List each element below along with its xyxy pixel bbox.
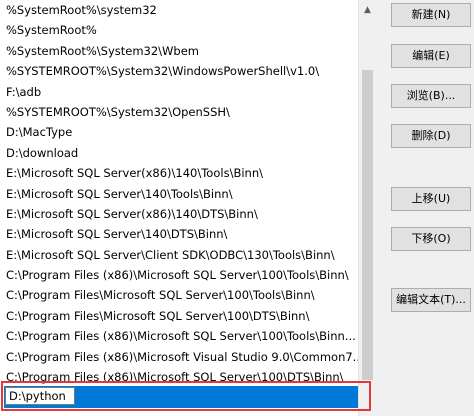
edit-button[interactable]: 编辑(E) — [391, 44, 471, 68]
list-item[interactable]: C:\Program Files (x86)\Microsoft SQL Ser… — [0, 367, 358, 387]
list-item[interactable]: E:\Microsoft SQL Server(x86)\140\Tools\B… — [0, 163, 358, 183]
move-down-button[interactable]: 下移(O) — [391, 227, 471, 251]
edit-environment-variable-window: %SystemRoot%\system32 %SystemRoot% %Syst… — [0, 0, 474, 416]
list-item[interactable]: E:\Microsoft SQL Server\Client SDK\ODBC\… — [0, 245, 358, 265]
delete-button[interactable]: 删除(D) — [391, 124, 471, 148]
list-item[interactable]: E:\Microsoft SQL Server\140\Tools\Binn\ — [0, 184, 358, 204]
edit-text-button[interactable]: 编辑文本(T)... — [391, 288, 471, 312]
list-item[interactable]: D:\download — [0, 143, 358, 163]
list-item[interactable]: %SystemRoot%\System32\Wbem — [0, 41, 358, 61]
list-item[interactable]: %SYSTEMROOT%\System32\WindowsPowerShell\… — [0, 61, 358, 81]
chevron-up-icon[interactable]: ▲ — [359, 0, 376, 20]
new-button[interactable]: 新建(N) — [391, 3, 471, 27]
path-list-items: %SystemRoot%\system32 %SystemRoot% %Syst… — [0, 0, 358, 387]
list-item[interactable]: C:\Program Files\Microsoft SQL Server\10… — [0, 285, 358, 305]
list-item[interactable]: %SYSTEMROOT%\System32\OpenSSH\ — [0, 102, 358, 122]
list-item[interactable]: C:\Program Files (x86)\Microsoft SQL Ser… — [0, 326, 358, 346]
path-edit-input[interactable] — [5, 387, 75, 405]
list-item[interactable]: %SystemRoot% — [0, 20, 358, 40]
list-item[interactable]: D:\MacType — [0, 122, 358, 142]
path-list[interactable]: %SystemRoot%\system32 %SystemRoot% %Syst… — [0, 0, 358, 416]
scrollbar-thumb[interactable] — [362, 70, 373, 380]
selected-list-item[interactable] — [4, 386, 358, 408]
list-item[interactable]: C:\Program Files\Microsoft SQL Server\10… — [0, 306, 358, 326]
list-item[interactable]: F:\adb — [0, 82, 358, 102]
list-item[interactable]: E:\Microsoft SQL Server\140\DTS\Binn\ — [0, 224, 358, 244]
list-item[interactable]: %SystemRoot%\system32 — [0, 0, 358, 20]
list-scrollbar[interactable]: ▲ — [358, 0, 376, 416]
browse-button[interactable]: 浏览(B)... — [391, 84, 471, 108]
list-item[interactable]: C:\Program Files (x86)\Microsoft SQL Ser… — [0, 265, 358, 285]
list-item[interactable]: E:\Microsoft SQL Server(x86)\140\DTS\Bin… — [0, 204, 358, 224]
move-up-button[interactable]: 上移(U) — [391, 187, 471, 211]
list-item[interactable]: C:\Program Files (x86)\Microsoft Visual … — [0, 347, 358, 367]
